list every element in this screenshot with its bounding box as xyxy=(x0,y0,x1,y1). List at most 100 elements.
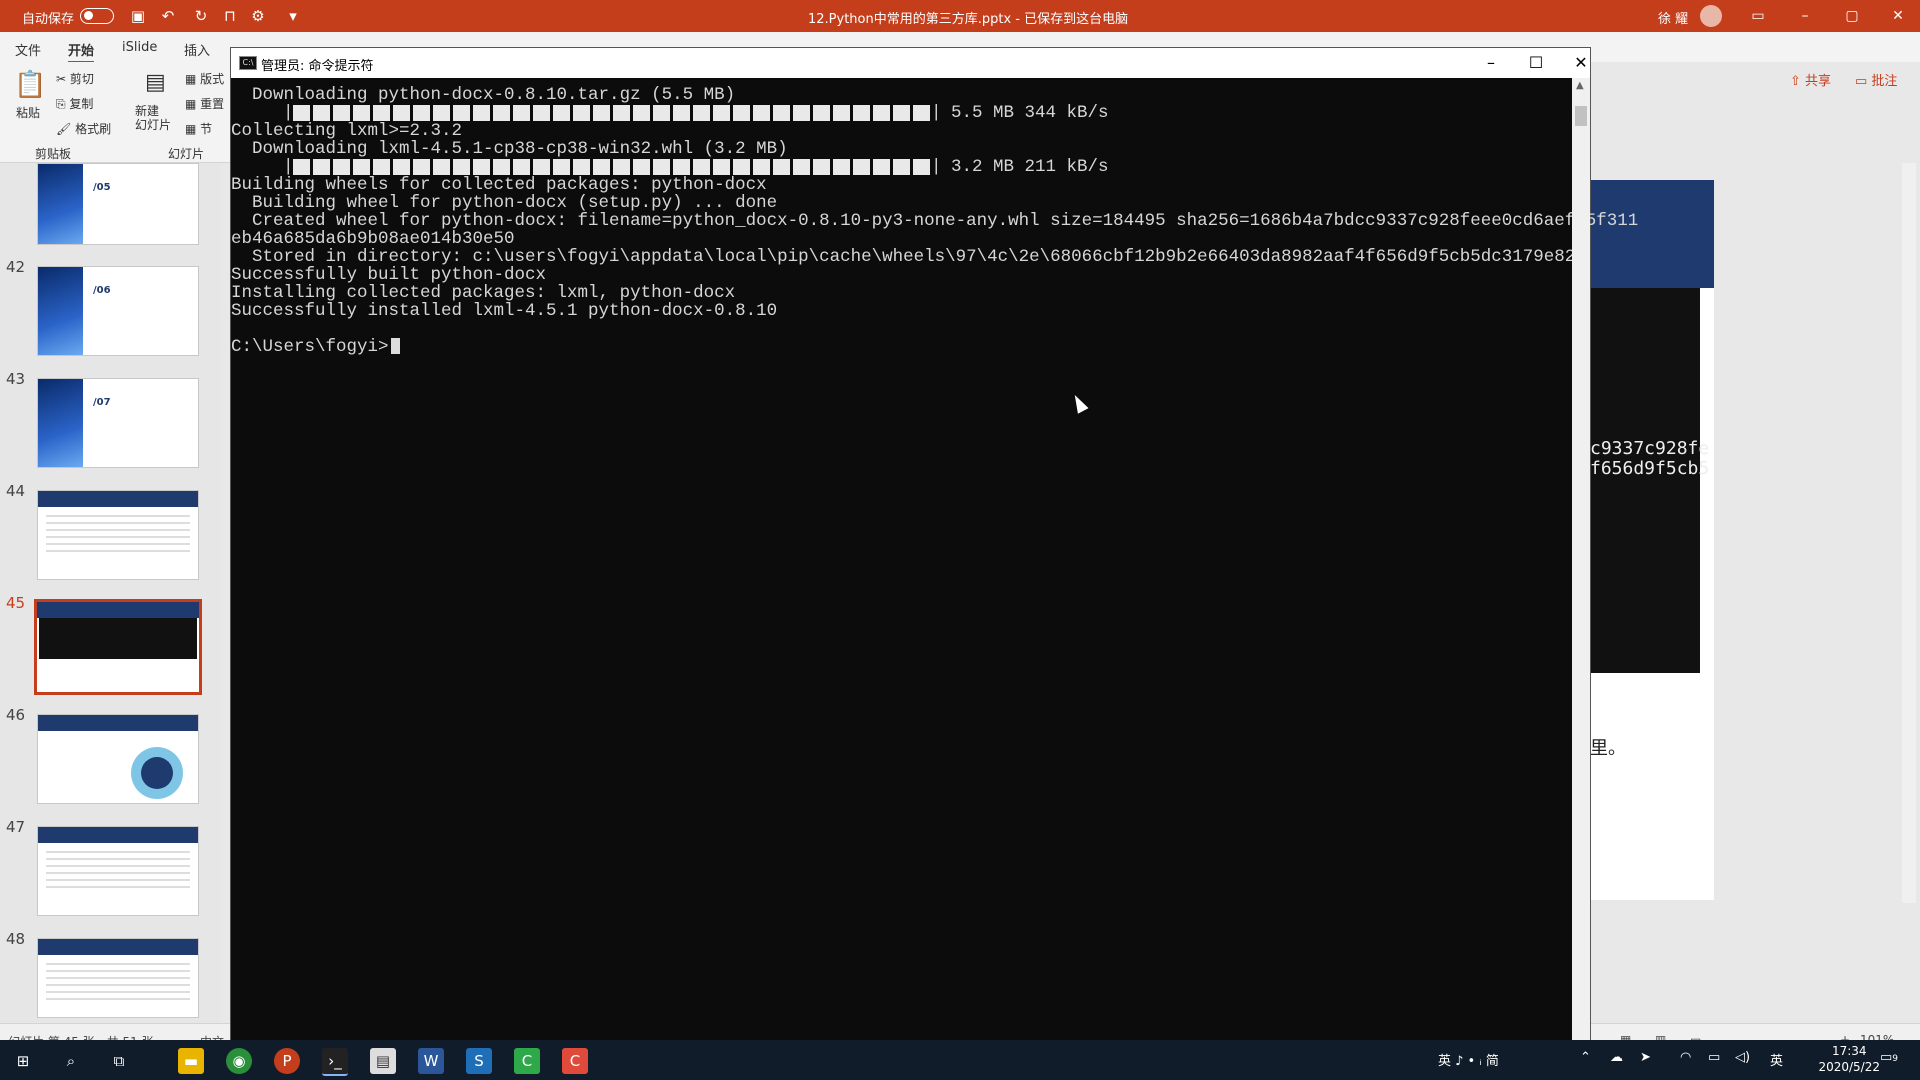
cmd-minimize-icon[interactable]: – xyxy=(1476,52,1506,74)
tab-home[interactable]: 开始 xyxy=(68,40,95,64)
console-pipe: | xyxy=(931,103,942,123)
comment-button[interactable]: ▭ 批注 xyxy=(1855,70,1897,89)
user-avatar[interactable] xyxy=(1700,5,1722,27)
cut-label: 剪切 xyxy=(69,72,94,86)
console-pipe: | xyxy=(283,157,294,177)
system-clock[interactable]: 17:34 2020/5/22 xyxy=(1818,1043,1880,1075)
volume-icon[interactable]: ◁) xyxy=(1735,1050,1750,1065)
new-slide-icon[interactable]: ▤ xyxy=(145,70,166,95)
cmd-title: 管理员: 命令提示符 xyxy=(261,59,374,74)
autosave-label: 自动保存 xyxy=(22,12,75,27)
customize-toolbar-icon[interactable]: ▾ xyxy=(285,8,301,24)
progress-block xyxy=(733,105,750,121)
slide-number: 43 xyxy=(6,370,26,388)
console-line: Building wheels for collected packages: … xyxy=(231,175,767,195)
slide-thumbnail-41[interactable]: /05 xyxy=(37,163,199,245)
console-line: Stored in directory: c:\users\fogyi\appd… xyxy=(231,247,1576,267)
cmd-scroll-thumb[interactable] xyxy=(1575,106,1587,126)
minimize-icon[interactable]: – xyxy=(1795,6,1815,26)
slide-thumbnail-44[interactable] xyxy=(37,490,199,580)
c-app-green-icon[interactable]: C xyxy=(514,1048,540,1074)
show-hidden-icons-icon[interactable]: ⌃ xyxy=(1580,1050,1591,1065)
progress-block xyxy=(373,105,390,121)
input-language[interactable]: 英 xyxy=(1770,1050,1783,1069)
chrome-icon[interactable]: ◉ xyxy=(226,1048,252,1074)
console-prompt-line[interactable]: C:\Users\fogyi> xyxy=(231,338,400,356)
cmd-taskbar-icon[interactable]: ›_ xyxy=(322,1048,348,1076)
section-button[interactable]: ▦ 节 xyxy=(185,120,212,137)
word-icon[interactable]: W xyxy=(418,1048,444,1074)
autosave-toggle[interactable] xyxy=(80,8,114,24)
app-tray-icon[interactable]: ➤ xyxy=(1640,1050,1651,1065)
slide-thumbnail-43[interactable]: /07 xyxy=(37,378,199,468)
progress-block xyxy=(813,159,830,175)
ime-toolbar[interactable]: 英 ♪ • ᵢ 简 xyxy=(1438,1050,1499,1069)
progress-block xyxy=(693,159,710,175)
cmd-close-icon[interactable]: ✕ xyxy=(1566,52,1596,74)
progress-block xyxy=(613,105,630,121)
task-view-icon[interactable]: ⧉ xyxy=(106,1048,132,1074)
new-slide-button[interactable]: 新建 幻灯片 xyxy=(135,104,171,132)
slide-thumbnail-42[interactable]: /06 xyxy=(37,266,199,356)
slide-thumbnail-48[interactable] xyxy=(37,938,199,1018)
cmd-console-output[interactable]: Downloading python-docx-0.8.10.tar.gz (5… xyxy=(231,78,1638,1040)
scroll-up-icon[interactable]: ▲ xyxy=(1576,80,1584,91)
cmd-scrollbar[interactable]: ▲ xyxy=(1572,78,1590,1040)
progress-block xyxy=(473,159,490,175)
layout-button[interactable]: ▦ 版式 xyxy=(185,70,224,87)
editor-scrollbar[interactable] xyxy=(1902,163,1916,903)
cut-button[interactable]: ✂ 剪切 xyxy=(56,70,94,87)
search-icon[interactable]: ⌕ xyxy=(58,1048,84,1074)
powerpoint-icon[interactable]: P xyxy=(274,1048,300,1074)
mouse-pointer-icon xyxy=(1069,392,1089,414)
undo-icon[interactable]: ↶ xyxy=(160,8,176,24)
format-painter-button[interactable]: 🖌 格式刷 xyxy=(56,120,111,137)
slide-thumbnail-46[interactable] xyxy=(37,714,199,804)
command-prompt-window[interactable]: C:\ 管理员: 命令提示符 – ☐ ✕ Downloading python-… xyxy=(230,47,1638,1041)
network-icon[interactable]: ◠ xyxy=(1680,1050,1691,1065)
onedrive-icon[interactable]: ☁ xyxy=(1610,1050,1623,1065)
tab-file[interactable]: 文件 xyxy=(15,40,41,59)
slide-number: 48 xyxy=(6,930,26,948)
file-explorer-icon[interactable]: ▬ xyxy=(178,1048,204,1074)
s-app-icon[interactable]: S xyxy=(466,1048,492,1074)
quick-access-icon[interactable]: ⚙ xyxy=(250,8,266,24)
progress-block xyxy=(713,105,730,121)
slide-header-band xyxy=(1590,180,1714,288)
progress-block xyxy=(653,159,670,175)
progress-block xyxy=(493,105,510,121)
battery-icon[interactable]: ▭ xyxy=(1708,1050,1720,1065)
redo-icon[interactable]: ↻ xyxy=(193,8,209,24)
windows-taskbar: ⊞ ⌕ ⧉ ▬ ◉ P ›_ ▤ W S C C 英 ♪ • ᵢ 简 ⌃ ☁ ➤… xyxy=(0,1040,1920,1080)
start-button-icon[interactable]: ⊞ xyxy=(10,1048,36,1074)
console-line: 3.2 MB 211 kB/s xyxy=(951,157,1109,177)
document-title: 12.Python中常用的第三方库.pptx - 已保存到这台电脑 xyxy=(808,12,1129,27)
slide-thumbnail-45-selected[interactable] xyxy=(34,599,202,695)
progress-block xyxy=(673,159,690,175)
reset-button[interactable]: ▦ 重置 xyxy=(185,95,224,112)
tab-insert[interactable]: 插入 xyxy=(184,40,210,59)
maximize-icon[interactable]: ▢ xyxy=(1842,6,1862,26)
share-button[interactable]: ⇧ 共享 xyxy=(1790,70,1831,89)
paste-icon[interactable]: 📋 xyxy=(14,70,46,100)
user-name: 徐 耀 xyxy=(1658,12,1689,27)
close-icon[interactable]: ✕ xyxy=(1888,6,1908,26)
notification-icon[interactable]: ▭9 xyxy=(1880,1050,1898,1065)
c-app-red-icon[interactable]: C xyxy=(562,1048,588,1074)
ribbon-options-icon[interactable]: ▭ xyxy=(1748,6,1768,26)
save-icon[interactable]: ▣ xyxy=(130,8,146,24)
document-icon[interactable]: ▤ xyxy=(370,1048,396,1074)
copy-button[interactable]: ⎘ 复制 xyxy=(56,95,93,112)
paste-button[interactable]: 粘贴 xyxy=(16,104,40,121)
progress-block xyxy=(313,105,330,121)
slide-thumbnail-47[interactable] xyxy=(37,826,199,916)
progress-block xyxy=(393,159,410,175)
cmd-maximize-icon[interactable]: ☐ xyxy=(1521,52,1551,74)
console-line: 5.5 MB 344 kB/s xyxy=(951,103,1109,123)
cmd-title-bar[interactable]: C:\ 管理员: 命令提示符 – ☐ ✕ xyxy=(231,48,1590,78)
progress-block xyxy=(813,105,830,121)
present-icon[interactable]: ⊓ xyxy=(222,8,238,24)
tab-islide[interactable]: iSlide xyxy=(122,40,157,55)
progress-block xyxy=(313,159,330,175)
progress-block xyxy=(573,105,590,121)
